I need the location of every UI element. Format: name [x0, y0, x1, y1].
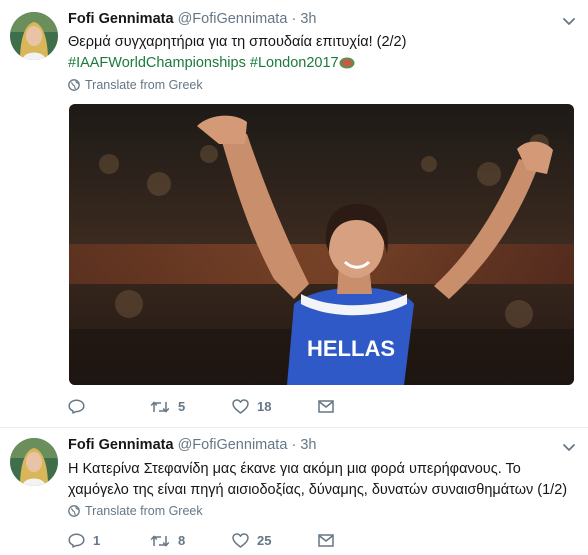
tweet-hashtags: #IAAFWorldChampionships #London2017: [68, 53, 574, 74]
tweet-header: Fofi Gennimata @FofiGennimata · 3h: [68, 437, 316, 453]
author-name[interactable]: Fofi Gennimata: [68, 11, 174, 27]
translate-label: Translate from Greek: [85, 78, 203, 92]
translate-link[interactable]: Translate from Greek: [68, 504, 203, 518]
tweet-text: Θερμά συγχαρητήρια για τη σπουδαία επιτυ…: [68, 32, 574, 74]
author-handle[interactable]: @FofiGennimata: [178, 437, 288, 453]
chevron-down-icon[interactable]: [562, 14, 576, 28]
retweet-count: 5: [178, 399, 186, 414]
direct-message-button[interactable]: [318, 400, 334, 413]
heart-icon: [232, 399, 249, 414]
hashtag-link[interactable]: #London2017: [250, 55, 339, 71]
reply-icon: [68, 399, 85, 414]
tweet-text-line: Η Κατερίνα Στεφανίδη μας έκανε για ακόμη…: [68, 461, 521, 477]
hashtag-link[interactable]: #IAAFWorldChampionships: [68, 55, 246, 71]
separator: ·: [291, 11, 297, 27]
tweet-text-line: Θερμά συγχαρητήρια για τη σπουδαία επιτυ…: [68, 34, 407, 50]
envelope-icon: [318, 400, 334, 413]
like-button[interactable]: 18: [232, 399, 318, 414]
tweet-text-line: χαμόγελο της είναι πηγή αισιοδοξίας, δύν…: [68, 482, 568, 498]
timestamp[interactable]: 3h: [300, 437, 316, 453]
reply-button[interactable]: 1: [68, 533, 150, 548]
like-count: 25: [257, 533, 272, 548]
author-handle[interactable]: @FofiGennimata: [178, 11, 288, 27]
retweet-count: 8: [178, 533, 186, 548]
reply-button[interactable]: [68, 399, 150, 414]
medal-emoji-icon: [339, 57, 355, 69]
tweet-header: Fofi Gennimata @FofiGennimata · 3h: [68, 11, 316, 27]
like-button[interactable]: 25: [232, 533, 318, 548]
singlet-text: HELLAS: [307, 336, 395, 361]
retweet-button[interactable]: 5: [150, 399, 232, 414]
reply-icon: [68, 533, 85, 548]
tweet-text: Η Κατερίνα Στεφανίδη μας έκανε για ακόμη…: [68, 459, 574, 501]
like-count: 18: [257, 399, 272, 414]
globe-icon: [68, 79, 80, 91]
heart-icon: [232, 533, 249, 548]
retweet-icon: [150, 534, 170, 548]
tweet[interactable]: Fofi Gennimata @FofiGennimata · 3h Θερμά…: [0, 0, 588, 428]
timestamp[interactable]: 3h: [300, 11, 316, 27]
tweet-actions: 5 18: [68, 399, 334, 414]
tweet-photo[interactable]: HELLAS: [69, 104, 574, 385]
retweet-button[interactable]: 8: [150, 533, 232, 548]
translate-link[interactable]: Translate from Greek: [68, 78, 203, 92]
envelope-icon: [318, 534, 334, 547]
author-name[interactable]: Fofi Gennimata: [68, 437, 174, 453]
tweet-actions: 1 8 25: [68, 533, 334, 548]
direct-message-button[interactable]: [318, 534, 334, 547]
reply-count: 1: [93, 533, 101, 548]
globe-icon: [68, 505, 80, 517]
translate-label: Translate from Greek: [85, 504, 203, 518]
avatar[interactable]: [10, 12, 58, 60]
retweet-icon: [150, 400, 170, 414]
separator: ·: [291, 437, 297, 453]
chevron-down-icon[interactable]: [562, 440, 576, 454]
avatar[interactable]: [10, 438, 58, 486]
